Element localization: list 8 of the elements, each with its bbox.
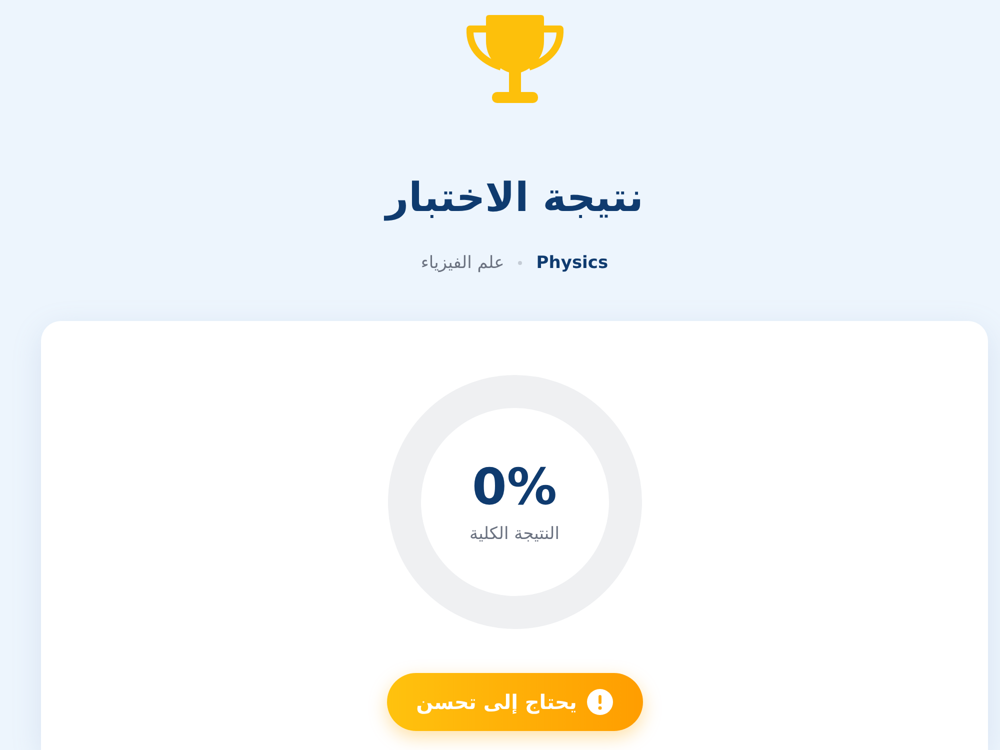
subject-name: Physics xyxy=(536,252,608,275)
score-value: 0% xyxy=(472,458,557,516)
status-button[interactable]: يحتاج إلى تحسن xyxy=(386,673,642,731)
trophy-icon xyxy=(464,15,564,103)
page-title: نتيجة الاختبار xyxy=(383,174,644,222)
exclamation-icon xyxy=(586,689,613,715)
score-label: النتيجة الكلية xyxy=(470,523,560,546)
subject-local-name: علم الفيزياء xyxy=(420,252,504,275)
